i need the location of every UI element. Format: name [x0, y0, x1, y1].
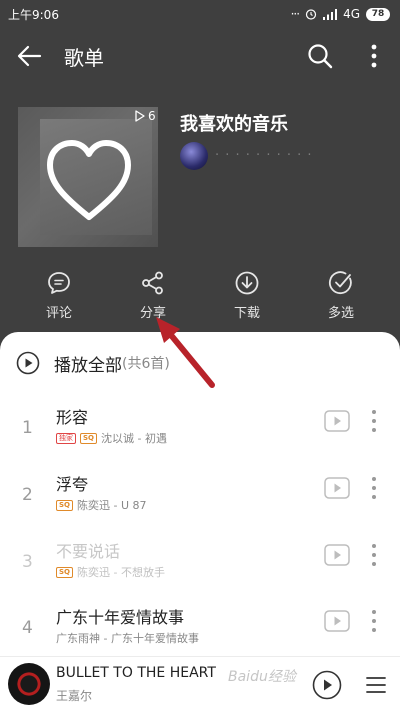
song-artist-album: 陈奕迅 - 不想放手 [77, 566, 165, 579]
app-header: 歌单 [0, 30, 400, 82]
song-more-icon[interactable] [368, 475, 380, 501]
play-all-button[interactable]: 播放全部 (共6首) [16, 348, 170, 378]
song-index: 4 [22, 618, 33, 638]
video-play-icon[interactable] [324, 477, 350, 499]
heart-icon [47, 140, 131, 220]
song-artist-album: 陈奕迅 - U 87 [77, 499, 147, 512]
song-more-icon[interactable] [368, 542, 380, 568]
song-subtitle: 独家 SQ 沈以诚 - 初遇 [56, 430, 167, 446]
song-row[interactable]: 3 不要说话 SQ 陈奕迅 - 不想放手 [0, 534, 400, 600]
more-vertical-icon[interactable] [362, 42, 386, 70]
multi-select-button[interactable]: 多选 [311, 270, 371, 321]
now-playing-artist: 王嘉尔 [56, 689, 93, 703]
song-row[interactable]: 1 形容 独家 SQ 沈以诚 - 初遇 [0, 400, 400, 466]
video-play-icon[interactable] [324, 410, 350, 432]
song-artist-album: 广东雨神 - 广东十年爱情故事 [56, 632, 199, 645]
status-bar: 上午9:06 ··· 4G 78 [0, 0, 400, 28]
sq-badge: SQ [56, 499, 73, 511]
battery-indicator: 78 [366, 7, 390, 21]
now-playing-title: BULLET TO THE HEART [56, 665, 216, 681]
multi-select-label: 多选 [327, 306, 354, 321]
status-time: 上午9:06 [8, 7, 59, 22]
song-row[interactable]: 2 浮夸 SQ 陈奕迅 - U 87 [0, 467, 400, 533]
sq-badge: SQ [80, 432, 97, 444]
play-count-value: 6 [148, 109, 156, 123]
song-index: 1 [22, 418, 33, 438]
watermark: Baidu经验 [228, 669, 296, 685]
song-title: 形容 [56, 408, 89, 427]
song-title: 不要说话 [56, 542, 121, 561]
sq-badge: SQ [56, 566, 73, 578]
share-button[interactable]: 分享 [123, 270, 183, 321]
owner-name[interactable]: · · · · · · · · · · [215, 148, 313, 163]
song-title: 广东十年爱情故事 [56, 608, 185, 627]
mini-play-icon[interactable] [312, 670, 342, 700]
playlist-title: 我喜欢的音乐 [180, 114, 288, 135]
play-circle-icon [16, 351, 40, 375]
video-play-icon[interactable] [324, 544, 350, 566]
status-dots: ··· [290, 7, 301, 21]
comment-button[interactable]: 评论 [29, 270, 89, 321]
play-all-label: 播放全部 [54, 355, 122, 376]
playlist-queue-icon[interactable] [364, 673, 388, 697]
play-count-icon [135, 110, 145, 122]
download-button[interactable]: 下载 [217, 270, 277, 321]
alarm-icon [305, 9, 317, 20]
search-icon[interactable] [306, 42, 334, 70]
signal-icon [323, 8, 338, 20]
download-label: 下载 [233, 306, 260, 321]
network-type: 4G [343, 7, 360, 21]
song-more-icon[interactable] [368, 608, 380, 634]
song-title: 浮夸 [56, 475, 89, 494]
exclusive-badge: 独家 [56, 432, 76, 444]
comment-icon [48, 272, 70, 294]
song-subtitle: 广东雨神 - 广东十年爱情故事 [56, 630, 199, 646]
song-subtitle: SQ 陈奕迅 - U 87 [56, 497, 147, 513]
owner-avatar[interactable] [180, 142, 208, 170]
song-index: 3 [22, 552, 33, 572]
song-artist-album: 沈以诚 - 初遇 [101, 432, 167, 445]
song-more-icon[interactable] [368, 408, 380, 434]
video-play-icon[interactable] [324, 610, 350, 632]
song-subtitle: SQ 陈奕迅 - 不想放手 [56, 564, 165, 580]
play-count: 6 [134, 109, 156, 123]
song-index: 2 [22, 485, 33, 505]
mini-player[interactable]: BULLET TO THE HEART 王嘉尔 Baidu经验 [0, 656, 400, 711]
annotation-arrow-icon [156, 317, 215, 388]
playlist-cover[interactable] [18, 107, 158, 247]
download-icon [235, 271, 259, 295]
page-title: 歌单 [64, 46, 104, 70]
now-playing-disc[interactable] [8, 663, 50, 705]
multi-select-icon [328, 271, 352, 295]
comment-label: 评论 [45, 306, 72, 321]
status-icons: ··· 4G 78 [291, 7, 390, 21]
share-icon [142, 271, 163, 295]
back-arrow-icon[interactable] [16, 42, 44, 70]
